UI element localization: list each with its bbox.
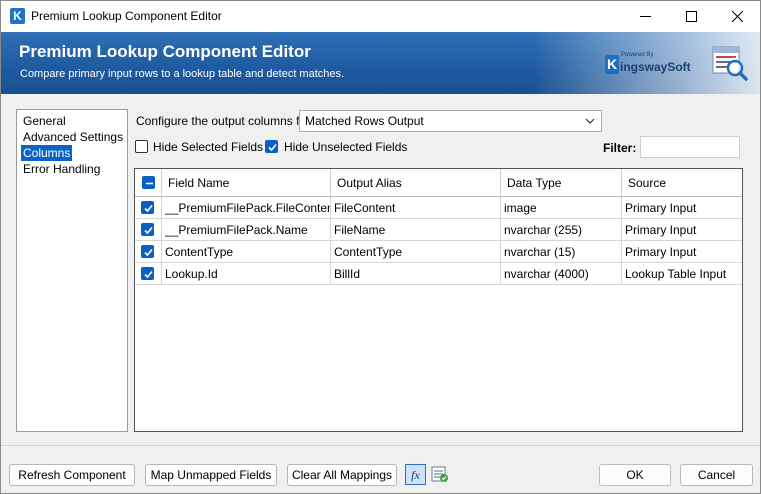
output-select-value: Matched Rows Output: [305, 114, 424, 128]
lookup-table-icon: [712, 46, 748, 81]
checkmark-icon: [144, 204, 153, 213]
checkmark-icon: [144, 270, 153, 279]
chevron-down-icon: [585, 118, 595, 124]
table-row[interactable]: ContentType ContentType nvarchar (15) Pr…: [135, 241, 742, 263]
header-banner: Premium Lookup Component Editor Compare …: [1, 32, 760, 94]
hide-selected-checkbox[interactable]: [135, 140, 148, 153]
hide-selected-label: Hide Selected Fields: [153, 140, 264, 154]
row-checkbox[interactable]: [141, 267, 154, 280]
output-select[interactable]: Matched Rows Output: [299, 110, 602, 132]
footer-divider: [1, 445, 760, 446]
nav-item-general[interactable]: General: [21, 113, 68, 129]
output-alias-cell[interactable]: FileName: [330, 219, 500, 241]
row-checkbox[interactable]: [141, 245, 154, 258]
data-type-cell: image: [500, 197, 621, 219]
close-button[interactable]: [714, 1, 760, 32]
close-icon: [731, 11, 743, 22]
settings-nav: General Advanced Settings Columns Error …: [16, 109, 128, 432]
minimize-button[interactable]: [622, 1, 668, 32]
nav-item-advanced-settings[interactable]: Advanced Settings: [21, 129, 125, 145]
row-checkbox[interactable]: [141, 201, 154, 214]
window-title: Premium Lookup Component Editor: [31, 9, 222, 23]
ok-button[interactable]: OK: [599, 464, 671, 486]
map-unmapped-fields-button[interactable]: Map Unmapped Fields: [145, 464, 277, 486]
output-alias-cell[interactable]: FileContent: [330, 197, 500, 219]
field-name-cell: Lookup.Id: [161, 263, 330, 285]
grid-settings-icon[interactable]: [429, 464, 450, 485]
output-alias-cell[interactable]: BillId: [330, 263, 500, 285]
filter-label: Filter:: [603, 141, 637, 155]
field-name-cell: ContentType: [161, 241, 330, 263]
source-cell: Lookup Table Input: [621, 263, 742, 285]
banner-title: Premium Lookup Component Editor: [19, 42, 311, 61]
app-logo-icon: K: [10, 8, 25, 24]
field-name-cell: __PremiumFilePack.Name: [161, 219, 330, 241]
checkmark-icon: [268, 143, 277, 152]
field-name-cell: __PremiumFilePack.FileContent: [161, 197, 330, 219]
source-cell: Primary Input: [621, 241, 742, 263]
clear-all-mappings-button[interactable]: Clear All Mappings: [287, 464, 397, 486]
data-type-cell: nvarchar (255): [500, 219, 621, 241]
refresh-component-button[interactable]: Refresh Component: [9, 464, 135, 486]
checkmark-icon: [144, 226, 153, 235]
indeterminate-icon: [146, 182, 153, 185]
minimize-icon: [639, 16, 651, 17]
select-all-checkbox[interactable]: [142, 176, 155, 189]
title-bar: K Premium Lookup Component Editor: [1, 1, 760, 32]
source-cell: Primary Input: [621, 197, 742, 219]
hide-unselected-label: Hide Unselected Fields: [284, 140, 408, 154]
grid-header: Field Name Output Alias Data Type Source: [135, 169, 742, 197]
header-source[interactable]: Source: [621, 169, 742, 197]
svg-text:fx: fx: [411, 468, 420, 482]
table-row[interactable]: __PremiumFilePack.FileContent FileConten…: [135, 197, 742, 219]
header-output-alias[interactable]: Output Alias: [330, 169, 500, 197]
checkmark-icon: [144, 248, 153, 257]
header-data-type[interactable]: Data Type: [500, 169, 621, 197]
cancel-button[interactable]: Cancel: [680, 464, 753, 486]
maximize-icon: [685, 11, 697, 22]
hide-unselected-checkbox[interactable]: [265, 140, 278, 153]
configure-output-label: Configure the output columns for: [136, 114, 311, 128]
data-type-cell: nvarchar (15): [500, 241, 621, 263]
output-alias-cell[interactable]: ContentType: [330, 241, 500, 263]
row-checkbox[interactable]: [141, 223, 154, 236]
expression-fx-icon[interactable]: fx: [405, 464, 426, 485]
banner-subtitle: Compare primary input rows to a lookup t…: [20, 68, 345, 80]
columns-grid: Field Name Output Alias Data Type Source…: [134, 168, 743, 432]
kingswaysoft-logo: Powered By K ingswaySoft: [605, 52, 691, 74]
maximize-button[interactable]: [668, 1, 714, 32]
nav-item-columns[interactable]: Columns: [21, 145, 73, 161]
source-cell: Primary Input: [621, 219, 742, 241]
table-row[interactable]: __PremiumFilePack.Name FileName nvarchar…: [135, 219, 742, 241]
nav-item-error-handling[interactable]: Error Handling: [21, 161, 102, 177]
data-type-cell: nvarchar (4000): [500, 263, 621, 285]
header-field-name[interactable]: Field Name: [161, 169, 330, 197]
editor-window: K Premium Lookup Component Editor Premiu…: [0, 0, 761, 494]
filter-input[interactable]: [640, 136, 740, 158]
table-row[interactable]: Lookup.Id BillId nvarchar (4000) Lookup …: [135, 263, 742, 285]
